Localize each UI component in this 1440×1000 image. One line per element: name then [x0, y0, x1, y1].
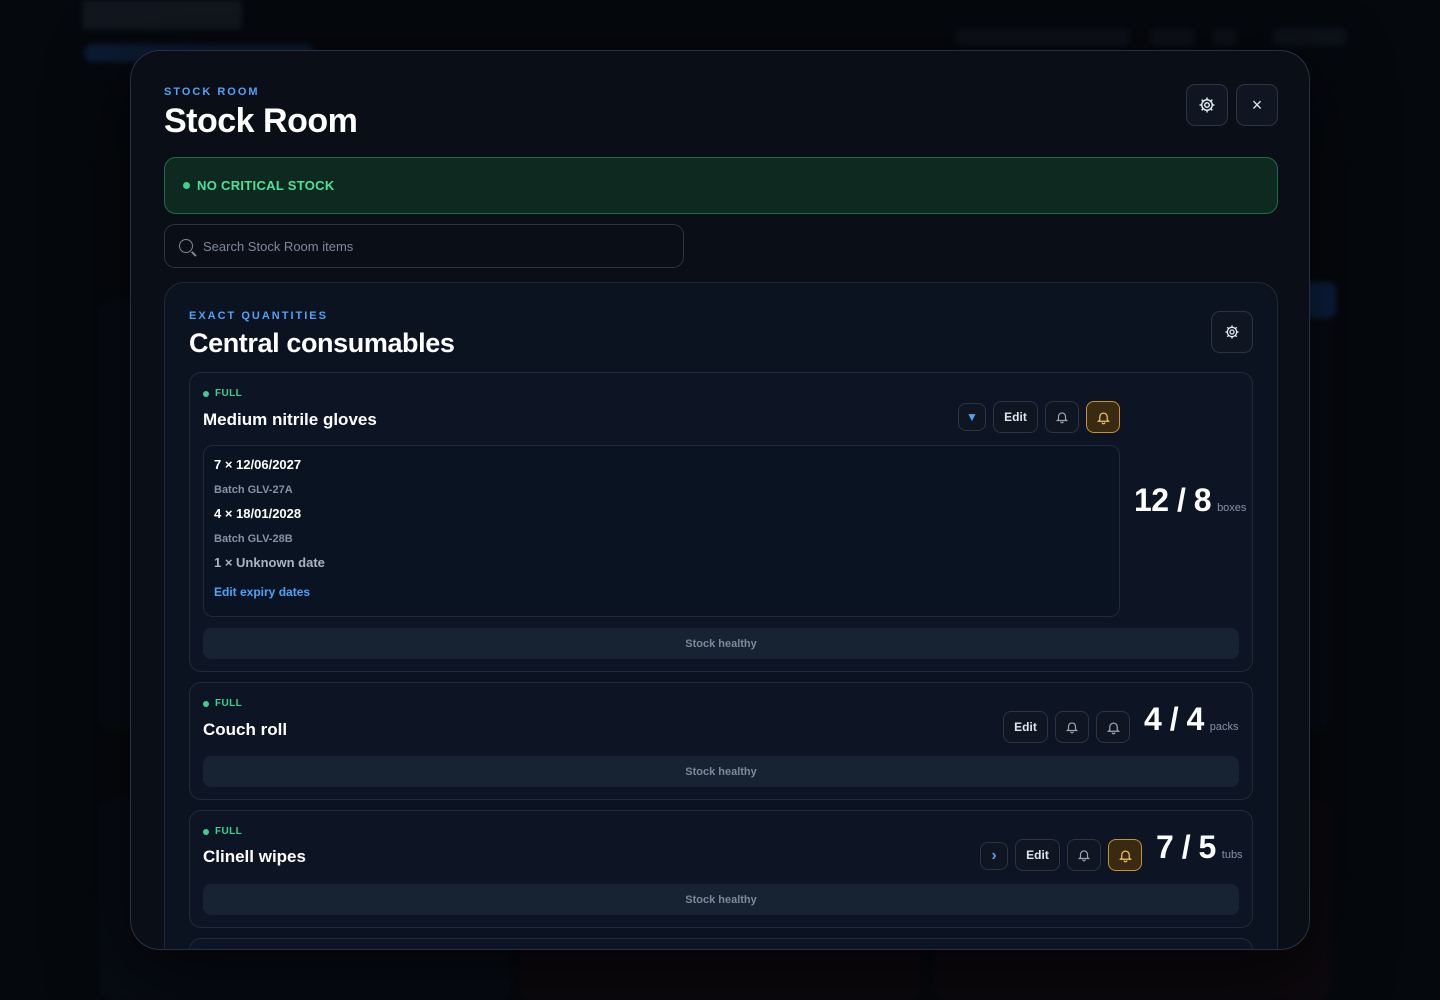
bell-alert-icon	[1118, 848, 1133, 863]
low-stock-alert-button[interactable]	[1108, 839, 1142, 871]
section-eyebrow: EXACT QUANTITIES	[189, 310, 328, 322]
quantity-value: 4 / 4	[1144, 701, 1204, 737]
gear-icon	[1198, 96, 1216, 114]
quantity-display: 7 / 5 tubs	[1156, 829, 1243, 866]
stock-health-bar: Stock healthy	[203, 628, 1239, 659]
background-nav-item	[1212, 28, 1238, 46]
stock-item: FULL Clinell wipes › Edit 7 / 5 tubs Sto…	[189, 810, 1253, 928]
close-icon: ×	[1251, 94, 1263, 115]
modal-eyebrow: STOCK ROOM	[164, 86, 260, 98]
notify-button[interactable]	[1045, 401, 1079, 433]
status-dot	[203, 828, 209, 835]
critical-stock-text: NO CRITICAL STOCK	[197, 178, 335, 193]
search-icon	[179, 239, 193, 253]
quantity-display: 12 / 8 boxes	[1134, 482, 1246, 519]
critical-stock-banner: NO CRITICAL STOCK	[164, 157, 1278, 214]
status-badge: FULL	[203, 698, 242, 709]
settings-button[interactable]	[1186, 84, 1228, 126]
stock-health-bar: Stock healthy	[203, 756, 1239, 787]
bell-icon	[1077, 848, 1091, 862]
edit-button[interactable]: Edit	[993, 401, 1038, 433]
central-consumables-section: EXACT QUANTITIES Central consumables FUL…	[164, 282, 1278, 949]
chevron-down-icon: ▼	[966, 410, 978, 424]
search-box[interactable]	[164, 224, 684, 268]
status-dot	[203, 390, 209, 397]
quantity-display: 4 / 4 packs	[1144, 701, 1239, 738]
section-settings-button[interactable]	[1211, 311, 1253, 353]
status-label: FULL	[215, 388, 243, 399]
gear-icon	[1224, 324, 1240, 340]
stock-item: FULL Couch roll Edit 4 / 4 packs Stock h…	[189, 682, 1253, 800]
expiry-line: 4 × 18/01/2028	[214, 506, 302, 521]
stock-item	[189, 938, 1253, 949]
expiry-line: 7 × 12/06/2027	[214, 457, 302, 472]
status-dot	[183, 182, 190, 189]
collapse-expiry-button[interactable]: ▼	[958, 403, 986, 431]
modal-title: Stock Room	[164, 102, 358, 140]
chevron-right-icon: ›	[991, 847, 997, 864]
quantity-unit: boxes	[1217, 502, 1247, 514]
edit-button[interactable]: Edit	[1015, 839, 1060, 871]
low-stock-alert-button[interactable]	[1096, 711, 1130, 743]
quantity-value: 12 / 8	[1134, 482, 1212, 518]
quantity-value: 7 / 5	[1156, 829, 1216, 865]
status-label: FULL	[215, 826, 243, 837]
stock-item: FULL Medium nitrile gloves ▼ Edit 12 / 8…	[189, 372, 1253, 672]
item-name: Medium nitrile gloves	[203, 410, 377, 429]
expiry-batch: Batch GLV-28B	[214, 533, 293, 545]
section-title: Central consumables	[189, 328, 455, 358]
expiry-line: 1 × Unknown date	[214, 555, 325, 570]
close-button[interactable]: ×	[1236, 84, 1278, 126]
bell-icon	[1055, 410, 1069, 424]
background-nav-item	[955, 28, 1130, 46]
background-nav-item	[1272, 28, 1347, 46]
low-stock-alert-button[interactable]	[1086, 401, 1120, 433]
quantity-unit: packs	[1209, 721, 1239, 733]
background-nav-item	[1150, 28, 1195, 46]
status-dot	[203, 700, 209, 707]
expiry-panel: 7 × 12/06/2027 Batch GLV-27A 4 × 18/01/2…	[203, 445, 1120, 617]
notify-button[interactable]	[1067, 839, 1101, 871]
quantity-unit: tubs	[1221, 849, 1243, 861]
status-badge: FULL	[203, 388, 242, 399]
bell-alert-icon	[1106, 720, 1121, 735]
edit-button[interactable]: Edit	[1003, 711, 1048, 743]
stock-room-modal: STOCK ROOM Stock Room × NO CRITICAL STOC…	[130, 50, 1310, 950]
bell-alert-icon	[1096, 410, 1111, 425]
expiry-batch: Batch GLV-27A	[214, 484, 293, 496]
notify-button[interactable]	[1055, 711, 1089, 743]
item-name: Couch roll	[203, 720, 288, 739]
search-input[interactable]	[203, 238, 673, 254]
edit-expiry-link[interactable]: Edit expiry dates	[214, 585, 310, 599]
status-badge: FULL	[203, 826, 242, 837]
expand-expiry-button[interactable]: ›	[980, 842, 1008, 870]
background-logo	[82, 0, 242, 30]
item-name: Clinell wipes	[203, 847, 306, 866]
stock-health-bar: Stock healthy	[203, 884, 1239, 915]
bell-icon	[1065, 720, 1079, 734]
status-label: FULL	[215, 698, 243, 709]
